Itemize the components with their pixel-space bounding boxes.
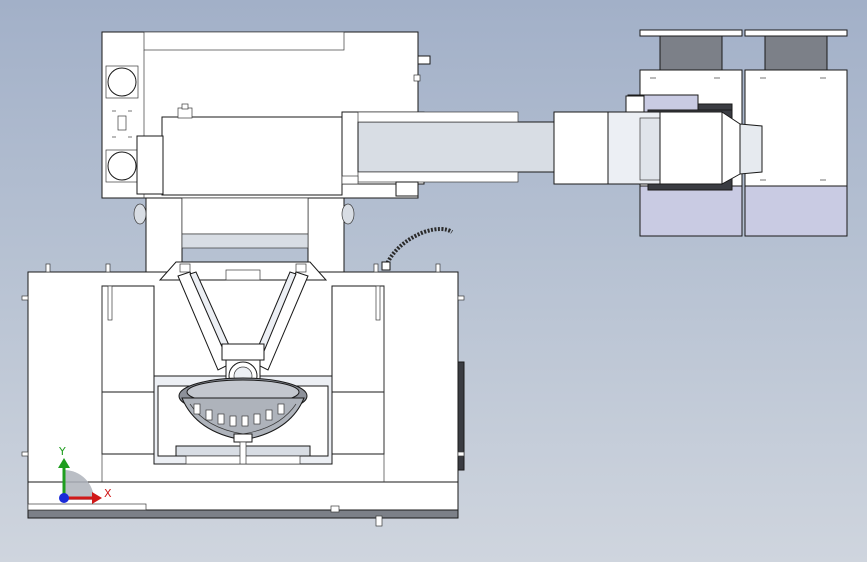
origin-dot	[59, 493, 69, 503]
control-box	[136, 103, 343, 196]
conveyor-arm	[341, 111, 609, 197]
assembly-drawing[interactable]: Y X	[0, 0, 867, 562]
cable-hose	[381, 227, 454, 271]
x-axis-label: X	[104, 487, 112, 500]
cad-viewport[interactable]: Y X	[0, 0, 867, 562]
y-axis-label: Y	[58, 445, 66, 458]
